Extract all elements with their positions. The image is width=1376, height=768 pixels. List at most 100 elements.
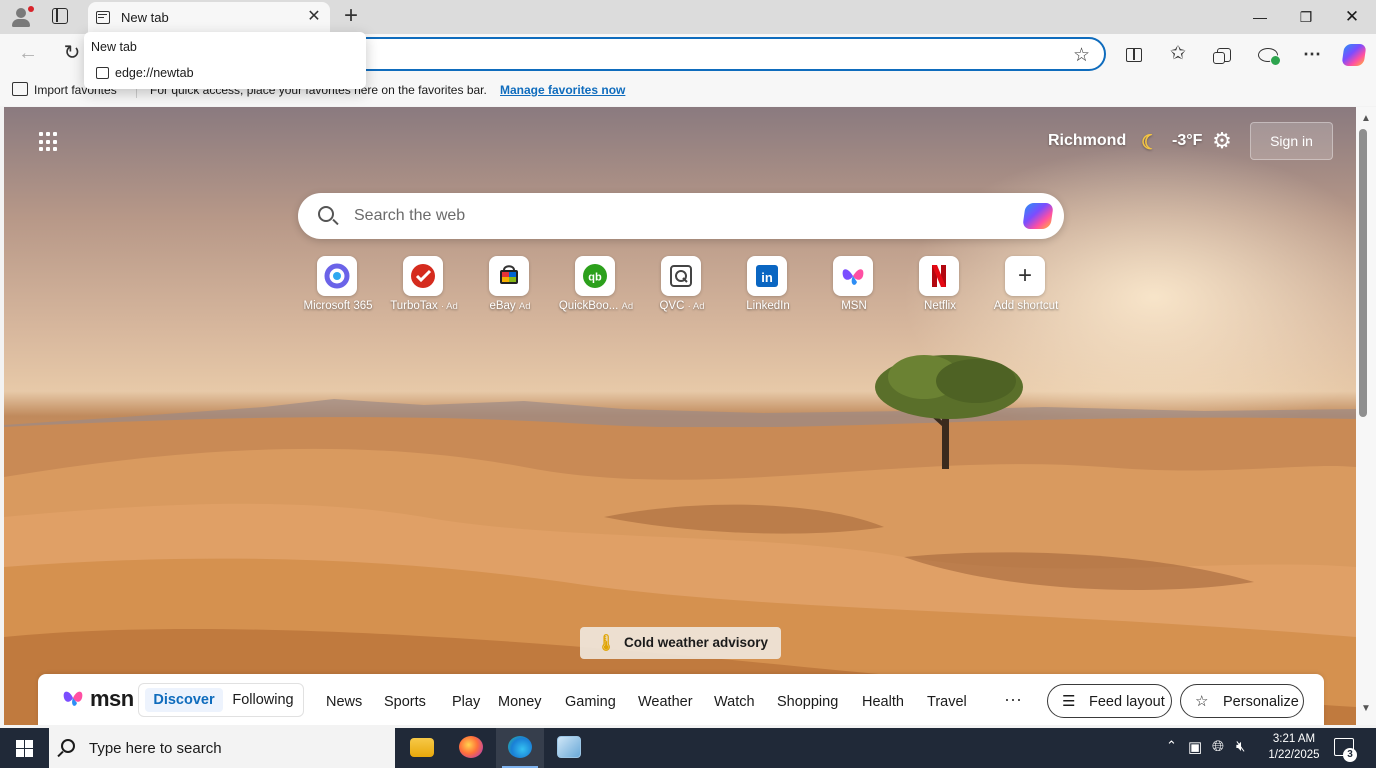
notification-count-badge: 3 [1343,748,1357,762]
tab-actions-icon[interactable] [52,8,68,24]
taskbar-search-input[interactable]: Type here to search [89,740,222,757]
back-button[interactable]: ← [16,42,40,66]
add-shortcut-button[interactable]: + Add shortcut [983,256,1069,316]
collections-icon[interactable] [1212,42,1236,66]
taskbar-search[interactable]: Type here to search [49,728,395,768]
nav-shopping[interactable]: Shopping [777,694,838,710]
page-settings-icon[interactable]: ⚙ [1210,129,1234,153]
shortcut-ebay[interactable]: eBay Ad [467,256,553,316]
shortcut-turbotax[interactable]: TurboTax · Ad [381,256,467,316]
shortcut-linkedin[interactable]: in LinkedIn [725,256,811,316]
nav-news[interactable]: News [326,694,362,710]
scroll-down-arrow-icon[interactable]: ▼ [1361,703,1371,714]
linkedin-icon: in [747,256,787,296]
search-icon [318,206,334,222]
msn-butterfly-icon [833,256,873,296]
nav-play[interactable]: Play [452,694,480,710]
clock-date: 1/22/2025 [1268,749,1320,761]
weather-city: Richmond [1048,132,1127,149]
tab-discover[interactable]: Discover [145,688,223,712]
more-categories-icon[interactable]: ··· [1004,689,1022,710]
msn-feed-bar: msn Discover Following News Sports Play … [38,674,1324,725]
shortcut-label: QVC [659,300,685,312]
newtab-page-icon [96,67,109,79]
favorites-icon[interactable]: ✩ [1166,42,1190,66]
reload-button[interactable]: ↻ [60,42,84,66]
firefox-taskbar-icon[interactable] [447,728,495,768]
sparkle-star-icon: ☆ [1195,693,1209,710]
shortcut-label: MSN [841,300,867,312]
shortcut-label: TurboTax [390,300,438,312]
ad-label: Ad [518,301,531,312]
nav-gaming[interactable]: Gaming [565,694,616,710]
edge-taskbar-icon[interactable] [496,728,544,768]
scrollbar-thumb[interactable] [1359,129,1367,417]
shortcut-label: Add shortcut [993,300,1059,312]
show-hidden-icons-chevron-icon[interactable]: ⌃ [1166,738,1177,754]
file-explorer-taskbar-icon[interactable] [398,728,446,768]
microsoft-365-icon [317,256,357,296]
shortcut-label: LinkedIn [746,300,790,312]
svg-text:in: in [761,270,773,285]
suggestion-url[interactable]: edge://newtab [115,66,194,80]
copilot-icon[interactable] [1341,42,1367,66]
address-suggestion-dropdown: New tab edge://newtab [84,32,366,89]
msn-logo[interactable]: msn [90,686,134,712]
meet-now-icon[interactable]: ▣ [1188,738,1202,756]
shortcut-qvc[interactable]: QVC · Ad [639,256,725,316]
windows-taskbar: Type here to search ⌃ ▣ 🌐︎ 🔇︎ 3:21 AM 1/… [0,728,1376,768]
copilot-icon[interactable] [1022,203,1054,229]
tab-new-tab[interactable]: New tab ✕ [88,2,330,34]
browser-essentials-icon[interactable] [1256,42,1281,66]
feed-layout-button[interactable]: ☰ Feed layout [1047,684,1172,718]
nav-sports[interactable]: Sports [384,694,426,710]
minimize-button[interactable]: — [1248,6,1272,28]
system-clock[interactable]: 3:21 AM 1/22/2025 [1262,731,1326,763]
title-bar: New tab ✕ + — ❐ ✕ [0,0,1376,34]
tab-following[interactable]: Following [227,688,299,712]
nav-weather[interactable]: Weather [638,694,693,710]
favorite-star-icon[interactable]: ☆ [1073,44,1090,67]
volume-muted-icon[interactable]: 🔇︎ [1236,738,1245,755]
page-scrollbar[interactable]: ▲ ▼ [1356,107,1376,725]
web-search-box[interactable]: Search the web [298,193,1064,239]
manage-favorites-link[interactable]: Manage favorites now [500,83,625,97]
profile-icon[interactable] [10,6,34,28]
netflix-icon [919,256,959,296]
control-panel-taskbar-icon[interactable] [545,728,593,768]
sign-in-button[interactable]: Sign in [1250,122,1333,160]
import-favorites-icon[interactable] [12,82,28,96]
close-tab-icon[interactable]: ✕ [306,9,322,25]
shortcut-microsoft-365[interactable]: Microsoft 365 [295,256,381,316]
more-options-icon[interactable]: ⋯ [1300,42,1324,66]
shortcut-label: eBay [489,300,516,312]
shortcut-quickbooks[interactable]: qb QuickBoo... Ad [553,256,639,316]
close-window-button[interactable]: ✕ [1340,6,1364,28]
nav-health[interactable]: Health [862,694,904,710]
new-tab-button[interactable]: + [340,4,362,28]
nav-watch[interactable]: Watch [714,694,755,710]
advisory-text: Cold weather advisory [624,635,769,650]
personalize-label: Personalize [1223,694,1299,710]
quickbooks-icon: qb [575,256,615,296]
scroll-up-arrow-icon[interactable]: ▲ [1361,113,1371,124]
restore-button[interactable]: ❐ [1294,6,1318,28]
windows-start-icon[interactable] [16,740,33,757]
split-screen-icon[interactable] [1122,42,1146,66]
nav-money[interactable]: Money [498,694,542,710]
sliders-icon: ☰ [1062,693,1076,710]
plus-icon: + [1005,256,1045,296]
app-launcher-icon[interactable] [38,131,60,153]
suggestion-title: New tab [91,40,137,54]
search-icon [61,739,75,753]
shortcut-msn[interactable]: MSN [811,256,897,316]
weather-advisory-banner[interactable]: 🌡 Cold weather advisory [580,627,781,659]
thermometer-icon: 🌡 [596,635,617,652]
search-input[interactable]: Search the web [354,207,465,225]
network-globe-icon[interactable]: 🌐︎ [1212,738,1224,755]
turbotax-icon [403,256,443,296]
nav-travel[interactable]: Travel [927,694,967,710]
shortcut-netflix[interactable]: Netflix [897,256,983,316]
personalize-button[interactable]: ☆ Personalize [1180,684,1304,718]
newtab-page-icon [96,11,110,24]
